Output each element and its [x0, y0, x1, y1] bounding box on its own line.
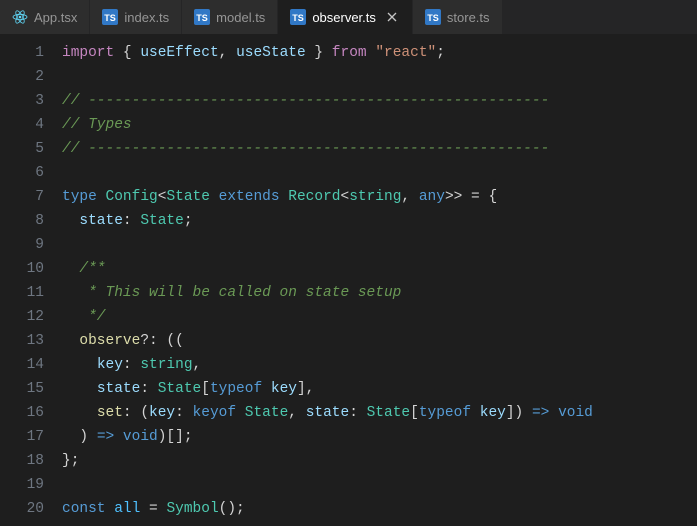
tab-App-tsx[interactable]: App.tsx [0, 0, 90, 34]
svg-text:TS: TS [196, 13, 208, 23]
svg-text:TS: TS [105, 13, 117, 23]
ts-icon: TS [102, 9, 118, 25]
code-line: import { useEffect, useState } from "rea… [62, 41, 697, 65]
code-line: ) => void)[]; [62, 425, 697, 449]
code-line: }; [62, 449, 697, 473]
code-line: state: State[typeof key], [62, 377, 697, 401]
code-line: // -------------------------------------… [62, 89, 697, 113]
line-number: 2 [0, 65, 44, 89]
line-number: 13 [0, 329, 44, 353]
svg-text:TS: TS [293, 13, 305, 23]
code-line [62, 161, 697, 185]
code-area[interactable]: import { useEffect, useState } from "rea… [62, 35, 697, 526]
line-number: 14 [0, 353, 44, 377]
ts-icon: TS [290, 9, 306, 25]
code-editor: 1234567891011121314151617181920 import {… [0, 35, 697, 526]
code-line [62, 233, 697, 257]
tab-store-ts[interactable]: TS store.ts [413, 0, 503, 34]
code-line: */ [62, 305, 697, 329]
svg-text:TS: TS [427, 13, 439, 23]
tab-index-ts[interactable]: TS index.ts [90, 0, 182, 34]
ts-icon: TS [194, 9, 210, 25]
code-line: type Config<State extends Record<string,… [62, 185, 697, 209]
line-number: 1 [0, 41, 44, 65]
code-line: /** [62, 257, 697, 281]
code-line: // Types [62, 113, 697, 137]
code-line: key: string, [62, 353, 697, 377]
line-number: 4 [0, 113, 44, 137]
code-line: set: (key: keyof State, state: State[typ… [62, 401, 697, 425]
line-number: 7 [0, 185, 44, 209]
tab-observer-ts[interactable]: TS observer.ts [278, 0, 413, 34]
code-line: // -------------------------------------… [62, 137, 697, 161]
line-number: 18 [0, 449, 44, 473]
line-number: 12 [0, 305, 44, 329]
code-line: * This will be called on state setup [62, 281, 697, 305]
code-line [62, 473, 697, 497]
code-line: observe?: (( [62, 329, 697, 353]
line-number: 9 [0, 233, 44, 257]
line-number: 17 [0, 425, 44, 449]
line-number: 11 [0, 281, 44, 305]
ts-icon: TS [425, 9, 441, 25]
line-number: 3 [0, 89, 44, 113]
editor-tabs: App.tsx TS index.ts TS model.ts TS observer.ts… [0, 0, 697, 35]
code-line: const all = Symbol(); [62, 497, 697, 521]
line-number: 5 [0, 137, 44, 161]
line-number: 20 [0, 497, 44, 521]
tab-model-ts[interactable]: TS model.ts [182, 0, 278, 34]
tab-label: model.ts [216, 10, 265, 25]
line-number: 8 [0, 209, 44, 233]
close-icon[interactable] [384, 9, 400, 25]
line-number: 6 [0, 161, 44, 185]
line-number: 10 [0, 257, 44, 281]
tab-label: index.ts [124, 10, 169, 25]
line-number: 19 [0, 473, 44, 497]
tab-label: store.ts [447, 10, 490, 25]
code-line [62, 65, 697, 89]
line-number: 15 [0, 377, 44, 401]
tab-label: observer.ts [312, 10, 376, 25]
line-number: 16 [0, 401, 44, 425]
react-icon [12, 9, 28, 25]
line-number-gutter: 1234567891011121314151617181920 [0, 35, 62, 526]
tab-label: App.tsx [34, 10, 77, 25]
code-line: state: State; [62, 209, 697, 233]
